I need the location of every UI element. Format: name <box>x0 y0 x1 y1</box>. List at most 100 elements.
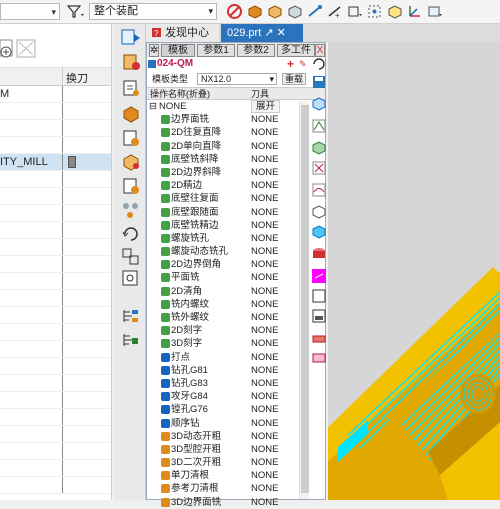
stop-icon[interactable] <box>226 3 243 20</box>
reuse-library-icon[interactable] <box>120 330 142 350</box>
navigator-row[interactable] <box>0 324 111 341</box>
operation-type-icon <box>161 207 170 217</box>
navigator-row[interactable]: ITY_MILL <box>0 154 111 171</box>
pin-icon[interactable]: ✲ <box>149 44 159 57</box>
navigator-row[interactable] <box>0 205 111 222</box>
magenta-box-icon[interactable] <box>311 268 327 284</box>
red-fixture-icon[interactable] <box>311 330 327 346</box>
operation-type-icon <box>161 339 170 349</box>
pattern-icon[interactable] <box>311 160 327 176</box>
navigator-row[interactable] <box>0 222 111 239</box>
cube-green-icon[interactable] <box>311 140 327 156</box>
navigator-row[interactable] <box>0 137 111 154</box>
assembly-scope-combo[interactable]: 整个装配 ▾ <box>89 3 217 20</box>
tool-column[interactable]: 刀具 <box>251 88 269 100</box>
filter-icon[interactable] <box>66 4 86 20</box>
reload-button[interactable]: 重载 <box>282 73 306 85</box>
navigator-row[interactable] <box>0 477 111 494</box>
constraint-icon[interactable] <box>120 246 142 266</box>
pink-part-icon[interactable] <box>311 350 327 366</box>
face-icon[interactable] <box>266 3 283 20</box>
graphics-viewport[interactable] <box>328 42 500 500</box>
wireframe-icon[interactable] <box>311 204 327 220</box>
column-divider <box>62 426 63 442</box>
geometry-view-icon[interactable] <box>120 104 142 124</box>
operation-type-icon <box>161 154 170 164</box>
navigator-row[interactable] <box>0 188 111 205</box>
tab-part-file[interactable]: 029.prt ↗ ✕ <box>221 24 303 42</box>
layout-icon[interactable] <box>120 268 142 288</box>
view-orient-icon[interactable] <box>426 3 443 20</box>
machine-icon[interactable] <box>311 308 327 324</box>
solid-body-icon[interactable] <box>246 3 263 20</box>
navigator-row[interactable] <box>0 409 111 426</box>
tab-discover-center[interactable]: ? 发现中心 <box>146 24 219 42</box>
navigator-row[interactable] <box>0 239 111 256</box>
tab-params2[interactable]: 参数2 <box>237 44 275 57</box>
wcs-icon[interactable] <box>406 3 423 20</box>
tab-options-icon[interactable]: ↗ <box>264 27 273 39</box>
operation-list-scrollbar[interactable] <box>299 101 309 499</box>
navigator-row[interactable] <box>0 290 111 307</box>
assembly-tree-icon[interactable] <box>120 200 142 220</box>
add-icon[interactable]: + <box>287 57 294 71</box>
component-icon[interactable] <box>286 3 303 20</box>
navigator-row[interactable] <box>0 341 111 358</box>
navigator-row[interactable] <box>0 460 111 477</box>
operation-type-icon <box>161 167 170 177</box>
operation-name-column[interactable]: 操作名称(折叠) <box>150 88 210 100</box>
column-divider <box>62 137 63 153</box>
feed-icon[interactable] <box>120 152 142 172</box>
navigator-row[interactable] <box>0 103 111 120</box>
navigator-row[interactable] <box>0 443 111 460</box>
edge-icon[interactable] <box>306 3 323 20</box>
history-icon[interactable] <box>120 306 142 326</box>
operation-tool: NONE <box>251 325 279 337</box>
navigator-row[interactable] <box>0 358 111 375</box>
toolpath-icon[interactable] <box>311 118 327 134</box>
close-icon[interactable]: ✕ <box>277 27 286 39</box>
template-title-text: 024-QM <box>157 58 194 69</box>
operation-name: 3D二次开粗 <box>171 457 222 469</box>
cube-blue-icon[interactable] <box>311 96 327 112</box>
add-column-icon[interactable] <box>0 38 40 64</box>
tab-multi-part[interactable]: 多工件 <box>277 44 315 57</box>
template-type-select[interactable]: NX12.0 ▾ <box>197 73 277 85</box>
navigator-row[interactable] <box>0 426 111 443</box>
navigator-row[interactable] <box>0 120 111 137</box>
refresh-icon[interactable] <box>311 56 327 72</box>
operation-tool: NONE <box>251 298 279 310</box>
navigator-row[interactable] <box>0 256 111 273</box>
point-icon[interactable]: + <box>326 3 343 20</box>
collapse-icon[interactable]: ⊟ <box>149 100 157 113</box>
save-template-icon[interactable] <box>311 74 327 90</box>
expand-button[interactable]: 展开 <box>251 100 281 113</box>
navigator-row[interactable] <box>0 273 111 290</box>
box-outline-icon[interactable] <box>311 288 327 304</box>
navigator-icon[interactable] <box>120 28 142 48</box>
program-order-icon[interactable] <box>120 52 142 72</box>
navigator-row[interactable] <box>0 375 111 392</box>
navigator-row[interactable] <box>0 307 111 324</box>
scroll-thumb[interactable] <box>301 105 309 493</box>
refresh-icon[interactable] <box>120 224 142 244</box>
operation-name: 顺序钻 <box>171 417 200 429</box>
snap-point-icon[interactable] <box>346 3 363 20</box>
navigator-row[interactable]: M <box>0 86 111 103</box>
surface-icon[interactable] <box>311 182 327 198</box>
tool-library-icon[interactable] <box>120 176 142 196</box>
red-cylinder-icon[interactable] <box>311 246 327 262</box>
edit-icon[interactable]: ✎ <box>299 57 307 71</box>
tab-template[interactable]: 模板 <box>161 44 195 57</box>
tab-params1[interactable]: 参数1 <box>197 44 235 57</box>
show-hide-icon[interactable] <box>386 3 403 20</box>
operation-name: 2D往复直降 <box>171 127 222 139</box>
method-view-icon[interactable] <box>120 128 142 148</box>
navigator-row[interactable] <box>0 392 111 409</box>
tool-change-column[interactable]: 换刀 <box>66 70 88 86</box>
machine-tool-icon[interactable] <box>120 78 142 98</box>
selection-filter-combo[interactable]: ▾ <box>0 3 60 20</box>
shaded-icon[interactable] <box>311 224 327 240</box>
navigator-row[interactable] <box>0 171 111 188</box>
grid-snap-icon[interactable] <box>366 3 383 20</box>
